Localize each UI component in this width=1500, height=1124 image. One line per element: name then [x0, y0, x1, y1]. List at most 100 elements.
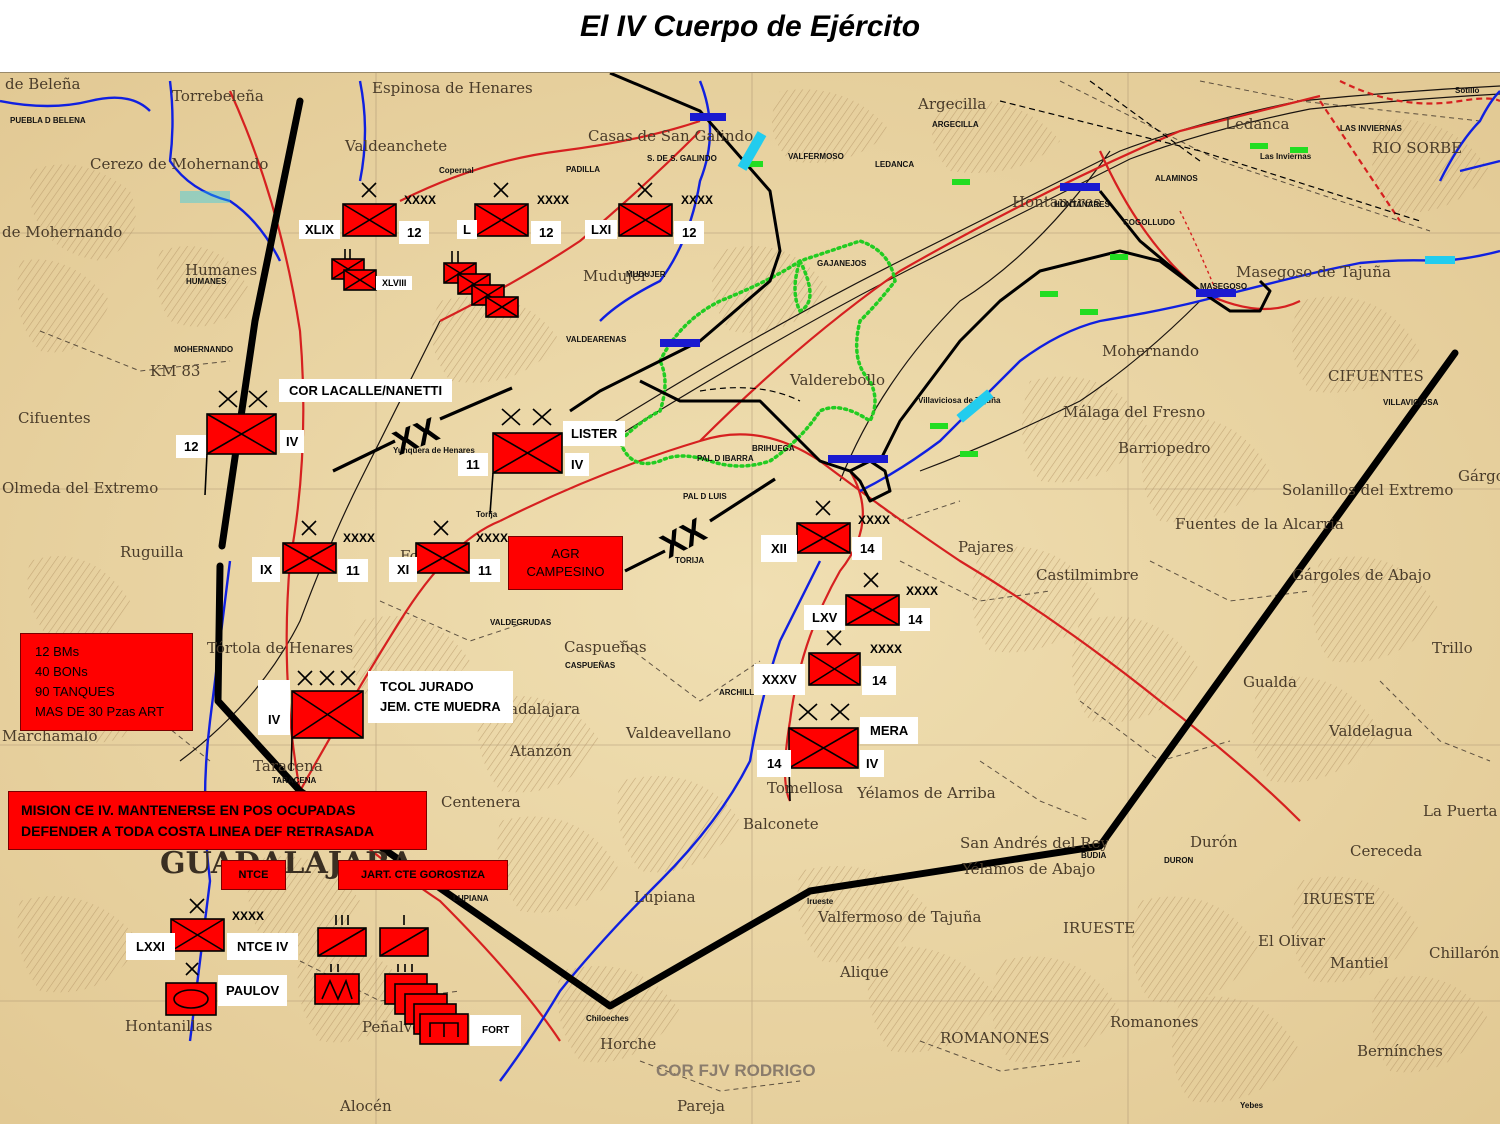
unit-lxxi-name[interactable]: LXXI [126, 933, 175, 960]
jart-label[interactable]: JART. CTE GOROSTIZA [338, 860, 508, 890]
place-label: Pareja [677, 1097, 725, 1115]
tag-label: MUDUJER [626, 270, 666, 279]
forces-line: 12 BMs [35, 644, 80, 659]
tag-label: VILLAVICIOSA [1383, 398, 1439, 407]
place-label: Argecilla [917, 95, 986, 113]
unit-xi-name[interactable]: XI [389, 557, 418, 582]
unit-lxi-echelon: XXXX [681, 193, 714, 207]
unit-lxv-parent: 14 [900, 608, 931, 631]
unit-div12-commander[interactable]: COR LACALLE/NANETTI [279, 379, 453, 402]
unit-xii-parent: 14 [852, 537, 883, 560]
place-label: Solanillos del Extremo [1282, 481, 1453, 499]
tag-label: HUMANES [186, 277, 227, 286]
place-label: Ledanca [1225, 115, 1289, 133]
unit-lxv-name[interactable]: LXV [804, 605, 846, 630]
unit-l-name[interactable]: L [457, 220, 477, 239]
place-label: San Andrés del Rey [960, 834, 1109, 852]
unit-lxi-name[interactable]: LXI [585, 220, 618, 239]
unit-mera-commander[interactable]: MERA [860, 717, 919, 744]
map-graphic [1196, 289, 1236, 297]
tag-label: BUDIA [1081, 851, 1107, 860]
map-graphic [180, 191, 230, 203]
place-label: Mantiel [1330, 954, 1389, 972]
unit-lxxi-echelon: XXXX [232, 909, 265, 923]
place-label: Valfermoso de Tajuña [817, 908, 982, 926]
place-label: Valdelagua [1328, 722, 1413, 740]
place-label: Casas de San Galindo [588, 127, 753, 145]
fort-label[interactable]: FORT [470, 1015, 522, 1046]
map-canvas[interactable]: de Beleña Torrebeleña Espinosa de Henare… [0, 72, 1500, 1124]
place-label: Valdeavellano [625, 724, 731, 742]
unit-xlviii-name[interactable]: XLVIII [376, 276, 413, 290]
forces-line: 90 TANQUES [35, 684, 115, 699]
map-graphic [1250, 143, 1268, 149]
tag-label: PUEBLA D BELENA [10, 116, 86, 125]
map-graphic [1425, 256, 1455, 264]
map-graphic [1080, 309, 1098, 315]
map-graphic [660, 339, 700, 347]
unit-l-echelon: XXXX [537, 193, 570, 207]
forces-line: 40 BONs [35, 664, 88, 679]
forces-line: MAS DE 30 Pzas ART [35, 704, 165, 719]
place-label: Tomellosa [767, 779, 843, 797]
place-label: Caspueñas [564, 638, 647, 656]
unit-corps-commander[interactable]: TCOL JURADO JEM. CTE MUEDRA [368, 671, 513, 723]
unit-xii-echelon: XXXX [858, 513, 891, 527]
map-graphic [1290, 147, 1308, 153]
tag-label: DURON [1164, 856, 1194, 865]
place-label: Málaga del Fresno [1063, 403, 1205, 421]
place-label: Cereceda [1350, 842, 1422, 860]
place-label: KM 83 [150, 362, 200, 380]
tag-label: LUPIANA [453, 894, 489, 903]
tag-label: Torija [476, 510, 498, 519]
tag-label: MOHERNANDO [174, 345, 233, 354]
place-label: Balconete [743, 815, 819, 833]
tag-label: Irueste [807, 897, 834, 906]
place-label: Gárgoles de Arriba [1458, 467, 1500, 485]
place-label: Gárgoles de Abajo [1292, 566, 1431, 584]
place-label: Barriopedro [1118, 439, 1210, 457]
tag-label: S. DE S. GALINDO [647, 154, 717, 163]
place-label: Masegoso de Tajuña [1236, 263, 1391, 281]
place-label: Atanzón [509, 742, 572, 760]
place-label: IRUESTE [1063, 919, 1135, 937]
place-label: Fuentes de la Alcarria [1175, 515, 1344, 533]
place-label: CIFUENTES [1328, 367, 1424, 385]
unit-div12-corps: IV [280, 430, 305, 453]
tag-label: ALAMINOS [1155, 174, 1198, 183]
unit-lxi-parent: 12 [674, 221, 705, 244]
place-label: Trillo [1432, 639, 1473, 657]
unit-lister-commander[interactable]: LISTER [563, 421, 626, 446]
unit-paulov-name[interactable]: PAULOV [218, 975, 288, 1006]
map-credit: COR FJV RODRIGO [656, 1061, 816, 1080]
place-label: Alocén [339, 1097, 392, 1115]
unit-l-parent: 12 [531, 221, 562, 244]
place-label: Cifuentes [18, 409, 91, 427]
corps-chief-of-staff: JEM. CTE MUEDRA [380, 699, 501, 714]
map-graphic [960, 451, 978, 457]
place-label: Valdeanchete [344, 137, 447, 155]
place-label: Taracena [253, 757, 323, 775]
unit-xii-name[interactable]: XII [761, 535, 797, 562]
unit-ix-name[interactable]: IX [252, 557, 281, 582]
tag-label: PAL D LUIS [683, 492, 727, 501]
map-graphic [1110, 254, 1128, 260]
corps-commander-name: TCOL JURADO [380, 679, 474, 694]
unit-agr-campesino[interactable]: AGR CAMPESINO [508, 536, 623, 590]
unit-xlix-parent: 12 [399, 221, 430, 244]
tag-label: BRIHUEGA [752, 444, 795, 453]
map-graphic [314, 973, 360, 1005]
unit-mera-name: 14 [757, 750, 792, 777]
unit-xlix-name[interactable]: XLIX [299, 220, 340, 239]
tag-label: LAS INVIERNAS [1340, 124, 1402, 133]
map-graphic [828, 455, 888, 463]
place-label: Castilmimbre [1036, 566, 1139, 584]
place-label: El Olivar [1258, 932, 1326, 950]
unit-lxv-echelon: XXXX [906, 584, 939, 598]
unit-lister-corps: IV [565, 453, 590, 476]
unit-xxxv-name[interactable]: XXXV [754, 664, 805, 695]
unit-lister-name: 11 [458, 453, 488, 476]
tag-label: Yebes [1240, 1101, 1264, 1110]
ntce-label[interactable]: NTCE [221, 860, 286, 890]
tag-label: LEDANCA [875, 160, 914, 169]
